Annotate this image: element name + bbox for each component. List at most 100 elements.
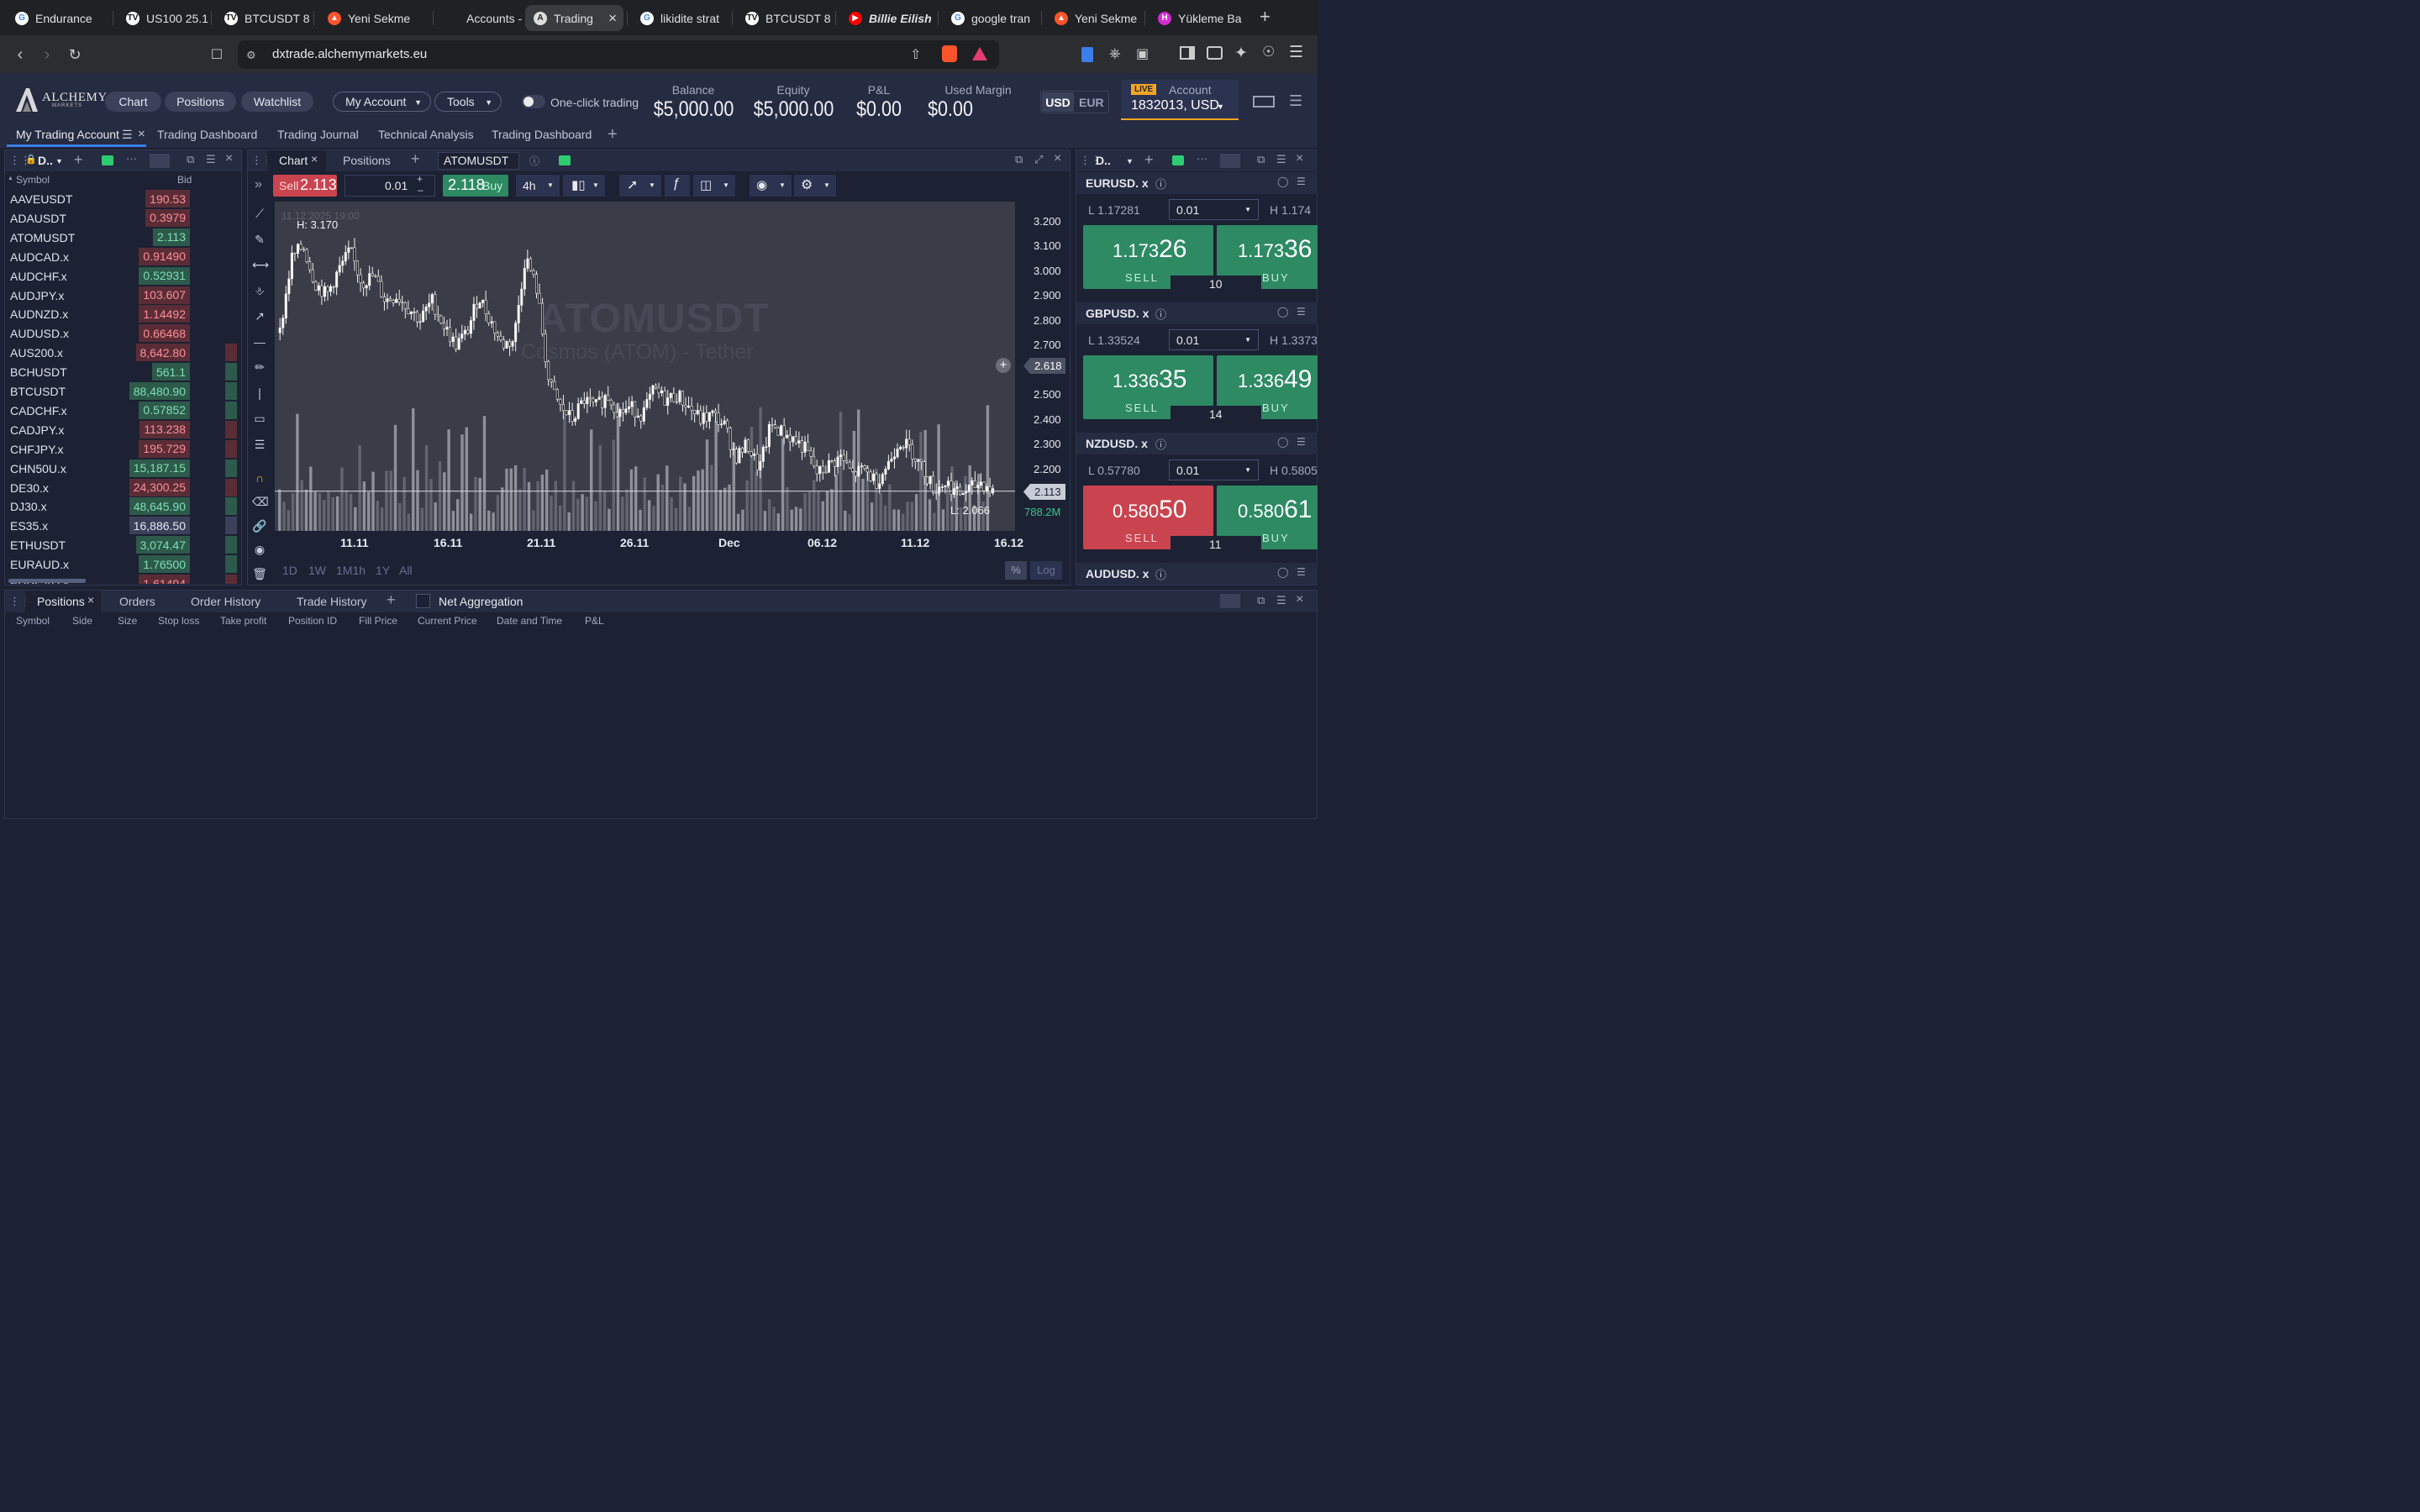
watchlist-row[interactable]: ETHUSDT 3,074.47 <box>10 535 237 554</box>
forward-icon[interactable]: › <box>37 45 57 65</box>
ray-icon[interactable]: — <box>252 334 267 349</box>
workspace-tab-technical-analysis[interactable]: Technical Analysis <box>378 128 474 141</box>
tab-menu-icon[interactable]: ☰ <box>122 128 133 142</box>
watchlist-row[interactable]: AUS200.x 8,642.80 <box>10 343 237 362</box>
shield-icon[interactable]: ◯ <box>1277 566 1288 578</box>
line-icon[interactable]: ⟋ <box>252 206 267 221</box>
workspace-tab-trading-dashboard[interactable]: Trading Dashboard <box>157 128 257 141</box>
browser-tab[interactable]: H Yükleme Ba <box>1150 5 1246 31</box>
link-color-icon[interactable] <box>559 155 571 165</box>
chevron-down-icon[interactable]: ▼ <box>1126 157 1134 165</box>
browser-tab[interactable]: Accounts - <box>438 5 522 31</box>
ticket-qty-select[interactable]: 0.01 ▼ <box>1169 199 1259 220</box>
currency-eur-button[interactable]: EUR <box>1079 96 1104 109</box>
shield-icon[interactable]: ◯ <box>1277 306 1288 318</box>
menu-icon[interactable]: ☰ <box>206 153 216 166</box>
leo-ai-icon[interactable]: ✦ <box>1234 44 1248 63</box>
tickets-name[interactable]: D.. <box>1096 154 1111 167</box>
site-settings-icon[interactable]: ⚙ <box>246 49 256 62</box>
watchlist-row[interactable]: BTCUSDT 88,480.90 <box>10 381 237 401</box>
positions-col-header[interactable]: Take profit <box>220 615 266 627</box>
ruler-icon[interactable]: ⎀ <box>252 283 267 298</box>
expand-icon[interactable] <box>1220 594 1240 608</box>
text-icon[interactable]: ☰ <box>252 437 267 452</box>
period-button[interactable]: All <box>399 564 413 577</box>
positions-col-header[interactable]: Side <box>72 615 92 627</box>
ticket-symbol[interactable]: AUDUSD. x <box>1086 567 1149 580</box>
watchlist-row[interactable]: ES35.x 16,886.50 <box>10 516 237 535</box>
menu-icon[interactable]: ☰ <box>1276 594 1286 607</box>
positions-col-header[interactable]: Size <box>118 615 137 627</box>
rectangle-icon[interactable]: ▭ <box>252 411 267 426</box>
info-icon[interactable]: ⓘ <box>1155 306 1166 322</box>
brush-icon[interactable]: ✎ <box>252 232 267 247</box>
watchlist-row[interactable]: ADAUSDT 0.3979 <box>10 208 237 228</box>
log-scale-button[interactable]: Log <box>1030 561 1062 580</box>
period-button[interactable]: 1Y <box>376 564 390 577</box>
back-icon[interactable]: ‹ <box>10 45 30 65</box>
hamburger-icon[interactable]: ☰ <box>1289 92 1302 110</box>
ticket-qty-select[interactable]: 0.01 ▼ <box>1169 329 1259 350</box>
close-icon[interactable]: × <box>608 10 617 27</box>
browser-tab[interactable]: ▶ Billie Eilish <box>840 5 937 31</box>
currency-usd-button[interactable]: USD <box>1042 92 1074 112</box>
watchlist-scrollbar[interactable] <box>8 579 86 583</box>
add-icon[interactable]: + <box>74 151 83 169</box>
info-icon[interactable]: ⓘ <box>529 154 539 168</box>
bottom-tab-order-history[interactable]: Order History <box>191 595 260 608</box>
col-symbol[interactable]: Symbol <box>16 174 50 186</box>
watchlist-row[interactable]: DE30.x 24,300.25 <box>10 478 237 497</box>
close-icon[interactable]: × <box>1296 151 1303 166</box>
nav-positions-button[interactable]: Positions <box>165 92 236 112</box>
percent-scale-button[interactable]: % <box>1005 561 1027 580</box>
new-tab-icon[interactable]: + <box>1260 6 1270 28</box>
nav-chart-button[interactable]: Chart <box>105 92 161 112</box>
chevron-down-icon[interactable]: ▼ <box>55 157 63 165</box>
shield-icon[interactable]: ◯ <box>1277 176 1288 187</box>
one-click-toggle[interactable] <box>522 95 545 108</box>
browser-tab[interactable]: Glikidite strat <box>632 5 730 31</box>
positions-col-header[interactable]: Stop loss <box>158 615 199 627</box>
watchlist-row[interactable]: AAVEUSDT 190.53 <box>10 189 237 208</box>
watchlist-row[interactable]: CADJPY.x 113.238 <box>10 420 237 439</box>
watchlist-row[interactable]: AUDUSD.x 0.66468 <box>10 323 237 343</box>
close-icon[interactable]: × <box>311 152 318 165</box>
workspace-tab-my-trading-account[interactable]: My Trading Account <box>16 128 119 141</box>
browser-tab[interactable]: A Trading × <box>525 5 623 31</box>
trash-icon[interactable]: 🗑 <box>252 566 267 581</box>
browser-tab[interactable]: ▲ Yeni Sekme <box>319 5 420 31</box>
positions-col-header[interactable]: Fill Price <box>359 615 397 627</box>
ticket-symbol[interactable]: EURUSD. x <box>1086 176 1149 190</box>
nav-watchlist-button[interactable]: Watchlist <box>241 92 313 112</box>
brave-shields-icon[interactable] <box>942 45 957 62</box>
collapse-toolbar-icon[interactable]: » <box>255 177 262 192</box>
browser-tab[interactable]: TV BTCUSDT 8 <box>216 5 313 31</box>
expand-icon[interactable] <box>1220 154 1240 168</box>
info-icon[interactable]: ⓘ <box>1155 436 1166 452</box>
popout-icon[interactable]: ⧉ <box>1257 594 1265 607</box>
tools-dropdown[interactable]: Tools ▼ <box>434 92 502 112</box>
extension-icon[interactable] <box>1081 47 1093 62</box>
close-icon[interactable]: × <box>87 593 94 606</box>
popout-icon[interactable]: ⧉ <box>187 153 194 166</box>
positions-col-header[interactable]: Symbol <box>16 615 50 627</box>
watchlist-row[interactable]: CHN50U.x 15,187.15 <box>10 459 237 478</box>
watchlist-name[interactable]: D.. <box>38 154 53 167</box>
watchlist-row[interactable]: AUDNZD.x 1.14492 <box>10 304 237 323</box>
fullscreen-icon[interactable]: ⤢ <box>1034 153 1043 166</box>
ticket-qty-select[interactable]: 0.01 ▼ <box>1169 459 1259 480</box>
watchlist-row[interactable]: AUDCHF.x 0.52931 <box>10 266 237 286</box>
wallet-icon[interactable] <box>1207 46 1223 60</box>
vertical-line-icon[interactable]: ∣ <box>252 386 267 401</box>
link-icon[interactable]: 🔗 <box>252 518 267 533</box>
positions-col-header[interactable]: Date and Time <box>497 615 562 627</box>
close-icon[interactable]: × <box>225 151 233 166</box>
positions-col-header[interactable]: Current Price <box>418 615 477 627</box>
eraser-icon[interactable]: ⌫ <box>252 494 269 509</box>
pencil-icon[interactable]: ✏ <box>252 360 267 375</box>
browser-tab[interactable]: Ggoogle tran <box>943 5 1039 31</box>
brave-rewards-icon[interactable] <box>972 47 987 60</box>
bottom-tab-orders[interactable]: Orders <box>119 595 155 608</box>
positions-col-header[interactable]: Position ID <box>288 615 337 627</box>
watchlist-row[interactable]: CHFJPY.x 195.729 <box>10 439 237 459</box>
